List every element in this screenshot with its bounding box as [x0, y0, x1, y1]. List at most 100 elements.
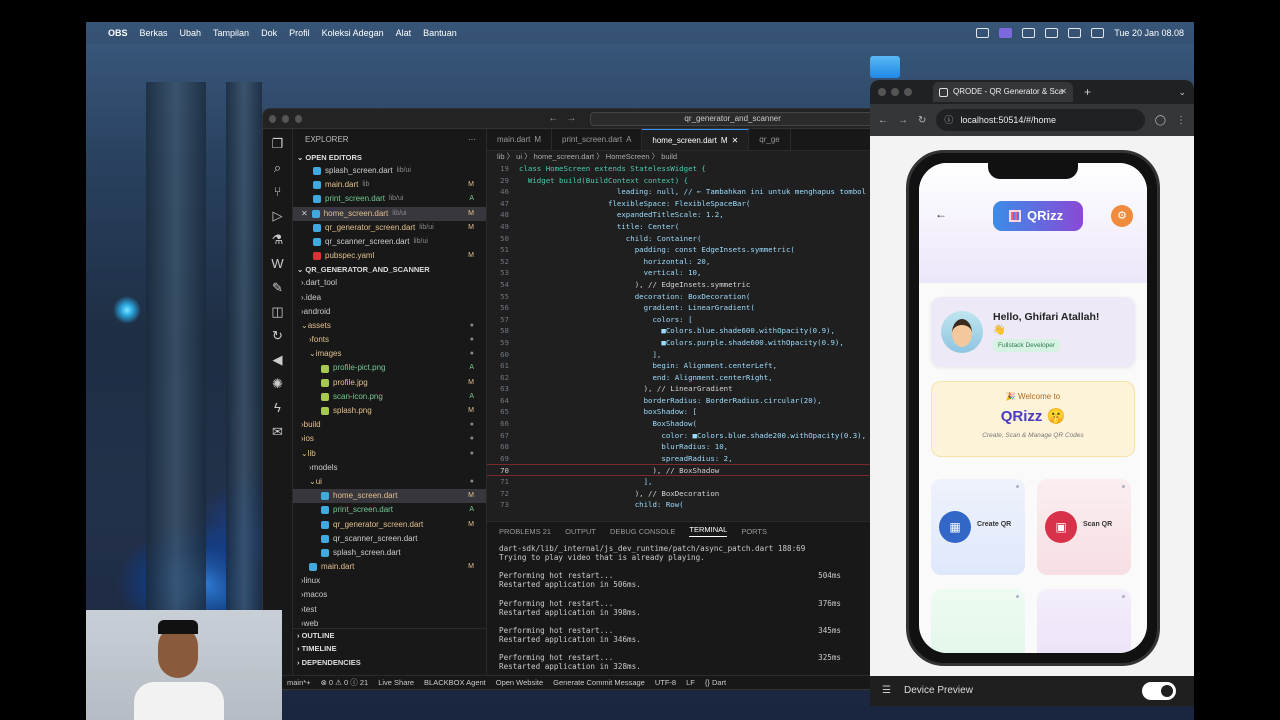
tab-problems[interactable]: PROBLEMS 21: [499, 527, 551, 536]
menu-icon[interactable]: ⋮: [1176, 115, 1186, 126]
open-editor-item[interactable]: pubspec.yaml M: [293, 249, 486, 263]
close-window-button[interactable]: [878, 88, 886, 96]
status-icon[interactable]: [1045, 28, 1059, 38]
flutter-icon[interactable]: ◀: [269, 351, 287, 369]
settings-gear-icon[interactable]: ⚙: [1111, 205, 1133, 227]
forward-arrow-icon[interactable]: →: [566, 113, 576, 124]
minimize-window-button[interactable]: [282, 114, 290, 123]
folder-item[interactable]: ⌄ ui ●: [293, 475, 486, 489]
cloud-icon[interactable]: [1022, 28, 1036, 38]
menu-item-ubah[interactable]: Ubah: [180, 28, 202, 38]
testing-icon[interactable]: ⚗: [269, 231, 287, 249]
problems-count[interactable]: ⊗ 0 ⚠ 0 ⓘ 21: [321, 677, 369, 688]
sliders-icon[interactable]: ☰: [882, 676, 891, 706]
tab-main-dart[interactable]: main.dart M: [487, 129, 553, 150]
create-qr-card[interactable]: ▦ Create QR: [931, 479, 1025, 575]
file-item[interactable]: print_screen.dart A: [293, 503, 486, 517]
timeline-header[interactable]: › TIMELINE: [293, 642, 486, 655]
folder-item[interactable]: ⌄ assets ●: [293, 319, 486, 333]
scan-qr-card[interactable]: ▣ Scan QR: [1037, 479, 1131, 575]
tab-qr-generator[interactable]: qr_ge: [749, 129, 791, 150]
close-icon[interactable]: ✕: [301, 207, 308, 221]
language-mode[interactable]: {} Dart: [705, 678, 726, 687]
open-editor-item[interactable]: main.dart lib M: [293, 178, 486, 192]
live-share-button[interactable]: Live Share: [378, 678, 414, 687]
folder-item[interactable]: › ios ●: [293, 432, 486, 446]
open-editors-header[interactable]: ⌄ OPEN EDITORS: [293, 151, 486, 164]
feature-card[interactable]: [1037, 589, 1131, 653]
chat-icon[interactable]: ✉: [269, 423, 287, 441]
back-arrow-icon[interactable]: ←: [935, 207, 947, 221]
folder-item[interactable]: › macos: [293, 588, 486, 602]
file-item[interactable]: qr_scanner_screen.dart: [293, 532, 486, 546]
minimize-window-button[interactable]: [891, 88, 899, 96]
lightning-icon[interactable]: ϟ: [269, 399, 287, 417]
close-window-button[interactable]: [269, 114, 277, 123]
explorer-icon[interactable]: ❐: [269, 135, 287, 153]
address-bar[interactable]: localhost:50514/#/home: [936, 109, 1145, 131]
tab-search-icon[interactable]: ⌄: [1178, 87, 1186, 98]
folder-item[interactable]: ⌄ lib ●: [293, 447, 486, 461]
new-tab-icon[interactable]: +: [1084, 85, 1091, 99]
source-control-icon[interactable]: ⑂: [269, 183, 287, 201]
file-item[interactable]: main.dart M: [293, 560, 486, 574]
git-branch[interactable]: main*+: [287, 678, 311, 687]
profile-card[interactable]: Hello, Ghifari Atallah! 👋 Fullstack Deve…: [931, 297, 1135, 367]
breadcrumb[interactable]: lib 〉 ui 〉 home_screen.dart 〉 HomeScreen…: [487, 151, 881, 163]
dependencies-header[interactable]: › DEPENDENCIES: [293, 656, 486, 669]
file-item[interactable]: profile-pict.png A: [293, 361, 486, 375]
menu-item-bantuan[interactable]: Bantuan: [423, 28, 457, 38]
open-editor-item-active[interactable]: ✕ home_screen.dart lib/ui M: [293, 206, 486, 221]
device-preview-toggle[interactable]: [1142, 682, 1176, 700]
remote-icon[interactable]: ◫: [269, 303, 287, 321]
outline-header[interactable]: › OUTLINE: [293, 628, 486, 641]
browser-tab[interactable]: QRODE - QR Generator & Sca ✕: [933, 82, 1073, 102]
menu-item-koleksi-adegan[interactable]: Koleksi Adegan: [322, 28, 384, 38]
file-item[interactable]: splash.png M: [293, 404, 486, 418]
live-share-icon[interactable]: ↻: [269, 327, 287, 345]
profile-icon[interactable]: ◯: [1155, 115, 1166, 126]
maximize-window-button[interactable]: [904, 88, 912, 96]
project-header[interactable]: ⌄ QR_GENERATOR_AND_SCANNER: [293, 263, 486, 276]
openai-icon[interactable]: ✺: [269, 375, 287, 393]
folder-item[interactable]: › fonts ●: [293, 333, 486, 347]
back-icon[interactable]: ←: [878, 115, 888, 126]
tab-terminal[interactable]: TERMINAL: [689, 525, 728, 537]
menu-item-profil[interactable]: Profil: [289, 28, 310, 38]
open-editor-item[interactable]: qr_scanner_screen.dart lib/ui: [293, 235, 486, 249]
forward-icon[interactable]: →: [898, 115, 908, 126]
file-item[interactable]: profile.jpg M: [293, 376, 486, 390]
tab-debug-console[interactable]: DEBUG CONSOLE: [610, 527, 675, 536]
line-ending[interactable]: LF: [686, 678, 695, 687]
folder-item[interactable]: › models: [293, 461, 486, 475]
battery-icon[interactable]: [1068, 28, 1082, 38]
terminal-output[interactable]: dart-sdk/lib/_internal/js_dev_runtime/pa…: [487, 540, 881, 675]
maximize-window-button[interactable]: [295, 114, 303, 123]
tab-print-screen[interactable]: print_screen.dart A: [552, 129, 643, 150]
menu-item-dok[interactable]: Dok: [261, 28, 277, 38]
open-editor-item[interactable]: splash_screen.dart lib/ui: [293, 164, 486, 178]
search-icon[interactable]: ⌕: [269, 159, 287, 177]
folder-item[interactable]: › android: [293, 305, 486, 319]
folder-icon[interactable]: [870, 56, 900, 78]
open-editor-item[interactable]: print_screen.dart lib/ui A: [293, 192, 486, 206]
file-item[interactable]: scan-icon.png A: [293, 390, 486, 404]
file-item[interactable]: splash_screen.dart: [293, 546, 486, 560]
edit-icon[interactable]: ✎: [269, 279, 287, 297]
command-search[interactable]: qr_generator_and_scanner: [590, 111, 875, 126]
folder-item[interactable]: ⌄ images ●: [293, 347, 486, 361]
status-icon[interactable]: [999, 28, 1013, 38]
file-item[interactable]: home_screen.dart M: [293, 489, 486, 504]
extension-icon[interactable]: W: [269, 255, 287, 273]
generate-commit-button[interactable]: Generate Commit Message: [553, 678, 645, 687]
open-editor-item[interactable]: qr_generator_screen.dart lib/ui M: [293, 221, 486, 235]
code-area[interactable]: 19 class HomeScreen extends StatelessWidg…: [487, 163, 881, 511]
folder-item[interactable]: › .idea: [293, 291, 486, 305]
encoding[interactable]: UTF-8: [655, 678, 676, 687]
app-menu[interactable]: OBS: [108, 28, 128, 38]
menu-item-alat[interactable]: Alat: [396, 28, 412, 38]
folder-item[interactable]: › .dart_tool: [293, 276, 486, 290]
status-icon[interactable]: [976, 28, 990, 38]
open-website-button[interactable]: Open Website: [496, 678, 543, 687]
more-icon[interactable]: ···: [468, 129, 476, 151]
